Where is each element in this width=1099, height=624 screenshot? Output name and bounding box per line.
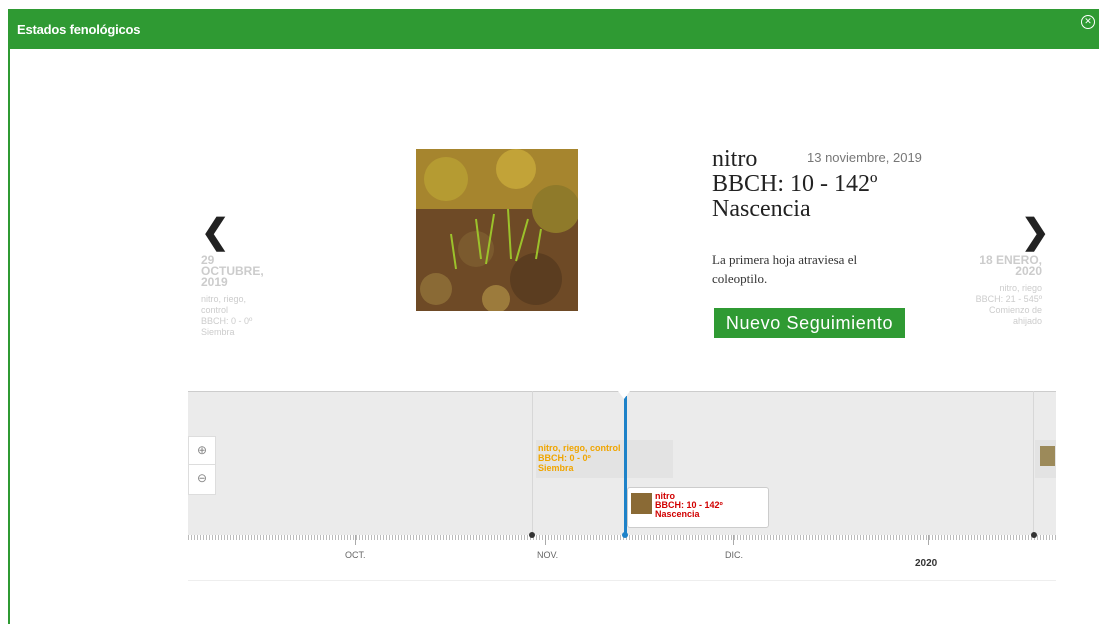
left-border [8,49,10,624]
chevron-right-icon[interactable]: ❯ [1021,212,1050,252]
slide-date: 13 noviembre, 2019 [807,150,922,165]
axis-label-dic: DIC. [725,550,743,560]
next-meta-3: Comienzo de [988,305,1042,315]
axis-label-year: 2020 [915,558,938,569]
event-1-line-1: nitro, riego, control [538,443,621,453]
event-thumbnail [631,493,652,514]
next-meta-2: BBCH: 21 - 545º [975,294,1042,304]
axis-major-tick [733,535,734,545]
next-date-2: 2020 [1015,264,1042,278]
chevron-left-icon[interactable]: ❮ [201,212,230,252]
timeline-event-next[interactable] [1035,440,1056,478]
marker-pointer [618,391,630,399]
slide-image [416,149,578,311]
slide-description: La primera hoja atraviesa el coleoptilo. [712,252,858,286]
prev-meta-2: control [201,305,229,315]
prev-meta-3: BBCH: 0 - 0º [201,316,253,326]
prev-date-3: 2019 [201,275,228,289]
next-meta-4: ahijado [1012,316,1042,326]
slide-title-line-2: BBCH: 10 - 142º [712,171,878,197]
timeline-canvas[interactable]: ⊕ ⊖ nitro, riego, control BBCH: 0 - 0º S… [188,391,1056,535]
axis-bottom-line [188,580,1056,581]
axis-event-dot [529,532,535,538]
zoom-in-icon[interactable]: ⊕ [188,436,216,467]
window-title: Estados fenológicos [17,22,141,37]
event-2-line-3: Nascencia [655,509,700,519]
timeline-event-siembra[interactable]: nitro, riego, control BBCH: 0 - 0º Siemb… [536,440,673,478]
next-slide-preview[interactable]: 18 ENERO, 2020 nitro, riego BBCH: 21 - 5… [952,254,1042,327]
month-separator [1033,391,1034,535]
new-tracking-button[interactable]: Nuevo Seguimiento [714,308,905,338]
axis-label-oct: OCT. [345,550,366,560]
axis-label-nov: NOV. [537,550,559,560]
prev-meta-1: nitro, riego, [201,294,247,304]
timeline-event-nascencia[interactable]: nitro BBCH: 10 - 142º Nascencia [627,487,769,528]
axis-current-dot [622,532,628,538]
next-meta-1: nitro, riego [999,283,1042,293]
close-circle-icon[interactable]: ✕ [1081,15,1095,29]
event-1-line-2: BBCH: 0 - 0º [538,453,591,463]
axis-major-tick [355,535,356,545]
axis-major-tick [928,535,929,545]
month-separator [532,391,533,535]
event-1-line-3: Siembra [538,463,574,473]
axis-event-dot [1031,532,1037,538]
zoom-out-icon[interactable]: ⊖ [188,464,216,495]
slide-title-line-3: Nascencia [712,196,811,222]
timeline-axis: OCT. NOV. DIC. 2020 [188,532,1056,585]
prev-slide-preview[interactable]: 29 OCTUBRE, 2019 nitro, riego, control B… [201,254,291,338]
event-thumbnail [1040,446,1055,466]
window-titlebar: Estados fenológicos ✕ [8,9,1099,49]
prev-meta-4: Siembra [201,327,235,337]
axis-major-tick [545,535,546,545]
